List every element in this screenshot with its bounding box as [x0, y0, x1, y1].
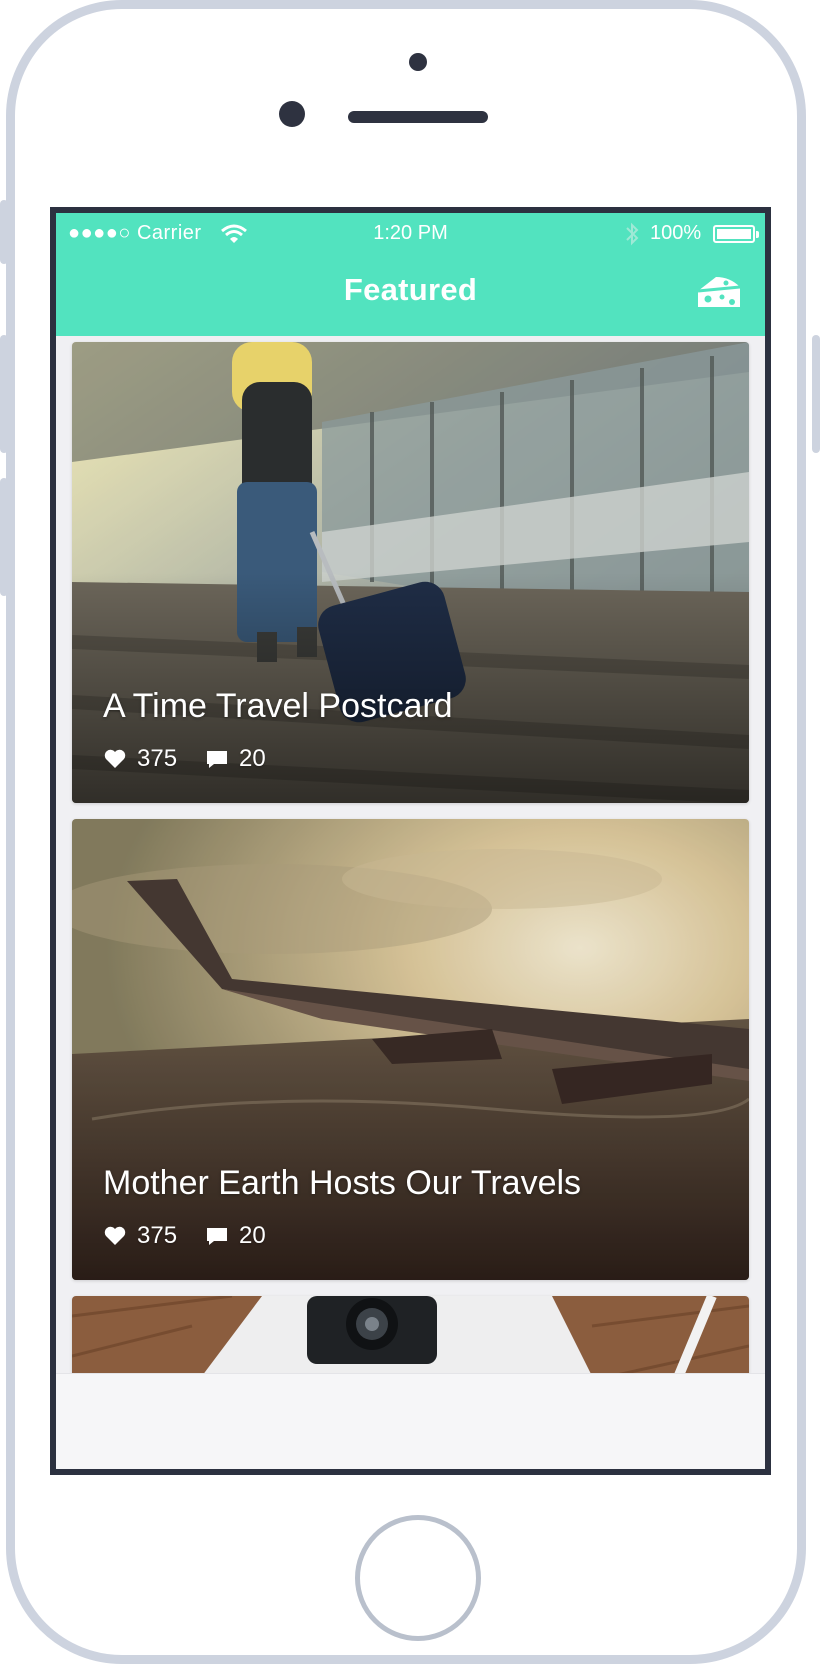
heart-icon[interactable] — [103, 748, 127, 770]
card-stats: 375 20 — [103, 745, 266, 773]
battery-icon — [713, 225, 759, 243]
comment-icon[interactable] — [205, 1225, 229, 1247]
battery-percent: 100% — [650, 222, 702, 244]
article-card[interactable]: A Time Travel Postcard 375 20 — [72, 342, 749, 803]
heart-icon[interactable] — [103, 1225, 127, 1247]
app-screen: ●●●●○ Carrier 1:20 PM 100% Featured A Ti… — [50, 207, 771, 1475]
bottom-tab-bar — [56, 1373, 765, 1469]
card-title: A Time Travel Postcard — [103, 687, 453, 725]
traveler-airport-photo — [72, 342, 749, 803]
card-stats: 375 20 — [103, 1222, 266, 1250]
cheese-icon[interactable] — [696, 273, 742, 309]
comment-count: 20 — [239, 1222, 266, 1249]
airplane-wing-photo — [72, 819, 749, 1280]
front-camera — [279, 101, 305, 127]
page-title: Featured — [343, 272, 478, 307]
like-count: 375 — [137, 745, 178, 772]
earpiece-speaker — [348, 111, 488, 123]
top-camera — [409, 53, 427, 71]
power-button — [812, 335, 820, 453]
volume-down-button — [0, 478, 8, 596]
comment-icon[interactable] — [205, 748, 229, 770]
home-button[interactable] — [355, 1515, 481, 1641]
volume-up-button — [0, 335, 8, 453]
article-card[interactable]: Mother Earth Hosts Our Travels 375 20 — [72, 819, 749, 1280]
nav-header: ●●●●○ Carrier 1:20 PM 100% Featured — [56, 213, 765, 336]
comment-count: 20 — [239, 745, 266, 772]
card-title: Mother Earth Hosts Our Travels — [103, 1164, 582, 1202]
bluetooth-icon — [626, 222, 639, 246]
status-bar: ●●●●○ Carrier 1:20 PM 100% — [56, 213, 765, 253]
like-count: 375 — [137, 1222, 178, 1249]
mute-switch — [0, 200, 8, 264]
